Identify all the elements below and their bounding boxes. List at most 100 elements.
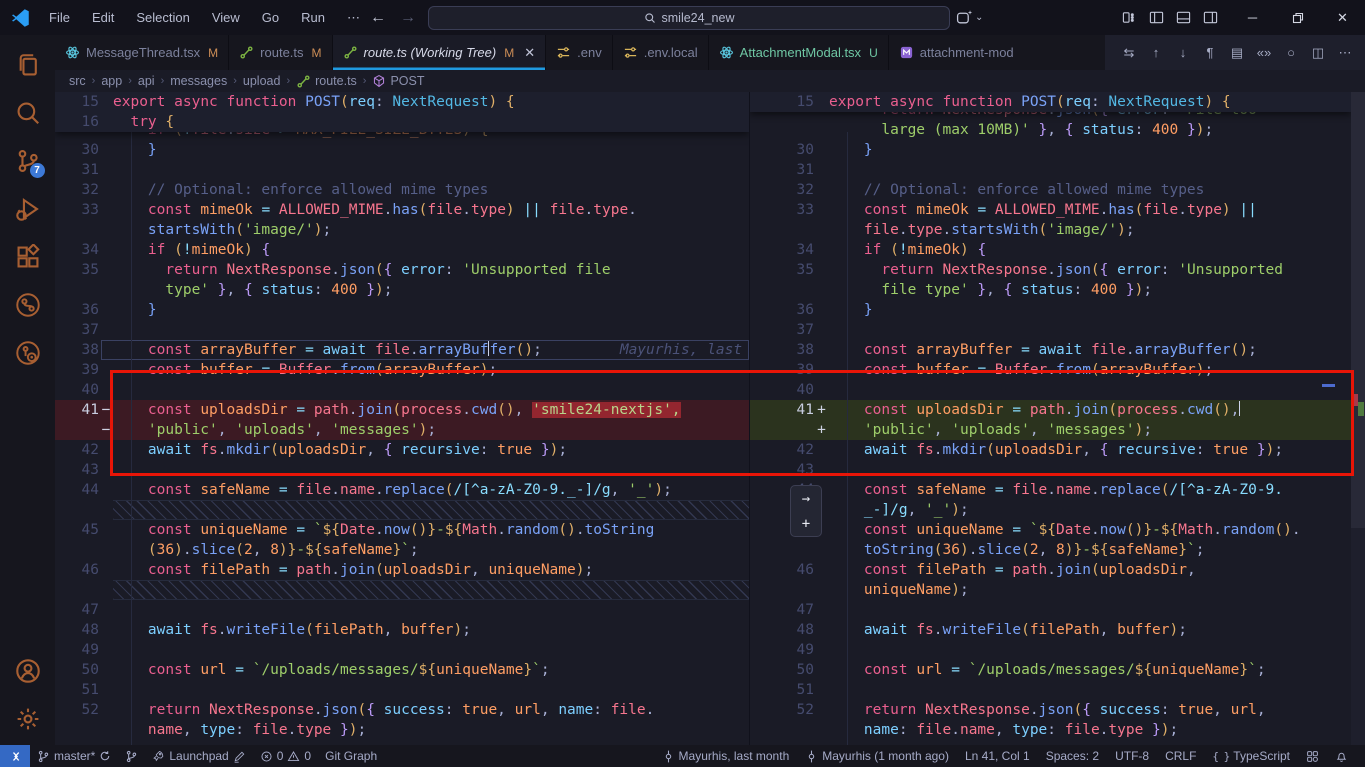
status-remote-indicator[interactable] [0,745,30,767]
code-row[interactable]: 35 return NextResponse.json({ error: 'Un… [750,260,1351,280]
breadcrumb-item-src[interactable]: src [69,74,86,88]
code-row[interactable]: 37 [750,320,1351,340]
activity-source-control[interactable]: 7 [4,137,52,185]
code-row[interactable]: 51 [55,680,749,700]
code-row[interactable]: startsWith('image/'); [55,220,749,240]
diff-change-widget[interactable]: → + [790,485,822,537]
diff-editor[interactable]: if (!file.size > MAX_FILE_SIZE_BYTES) { 3… [55,92,1365,745]
code-row[interactable]: 47 [55,600,749,620]
activity-search[interactable] [4,89,52,137]
code-row[interactable]: 33 const mimeOk = ALLOWED_MIME.has(file.… [750,200,1351,220]
close-window-button[interactable]: ✕ [1320,0,1365,35]
breadcrumb-item-api[interactable]: api [138,74,155,88]
code-row[interactable]: 42 await fs.mkdir(uploadsDir, { recursiv… [750,440,1351,460]
menu-view[interactable]: View [201,6,251,30]
breadcrumb-item-upload[interactable]: upload [243,74,281,88]
code-row[interactable]: (36).slice(2, 8)}-${safeName}`; [55,540,749,560]
code-row[interactable]: file.type.startsWith('image/'); [750,220,1351,240]
toggle-whitespace-icon[interactable]: ¶ [1200,42,1220,64]
toggle-sidebar-icon[interactable] [1149,10,1164,25]
code-row[interactable]: 36 } [55,300,749,320]
tab-.env.local[interactable]: .env.local [613,35,709,70]
tab-attachment-mod[interactable]: attachment-mod [889,35,1024,70]
menu-go[interactable]: Go [251,6,290,30]
menu-file[interactable]: File [38,6,81,30]
code-row[interactable]: 33 const mimeOk = ALLOWED_MIME.has(file.… [55,200,749,220]
activity-settings[interactable] [4,695,52,743]
nav-forward-button[interactable]: → [400,9,416,27]
breadcrumb-item-messages[interactable]: messages [170,74,227,88]
code-row[interactable]: 52 return NextResponse.json({ success: t… [750,700,1351,720]
code-row[interactable]: 15export async function POST(req: NextRe… [55,92,749,112]
code-row[interactable]: type' }, { status: 400 }); [55,280,749,300]
breadcrumb-item-app[interactable]: app [101,74,122,88]
status-notifications[interactable] [1328,745,1355,767]
code-row[interactable]: name, type: file.type }); [55,720,749,740]
restore-button[interactable] [1275,0,1320,35]
tab-route.ts[interactable]: route.tsM [229,35,332,70]
code-row[interactable]: 40 [750,380,1351,400]
code-row[interactable]: 15export async function POST(req: NextRe… [750,92,1351,112]
stage-change-button[interactable]: + [802,516,810,532]
toggle-inline-view-icon[interactable]: «» [1254,42,1274,64]
copilot-icon[interactable]: ⌄ [956,9,983,26]
status-branch-status[interactable]: master* [30,745,118,767]
toggle-panel-icon[interactable] [1176,10,1191,25]
menu-edit[interactable]: Edit [81,6,125,30]
code-row[interactable]: 44 const safeName = file.name.replace(/[… [55,480,749,500]
tab-route.ts-working-tree-[interactable]: route.ts (Working Tree)M✕ [333,35,547,70]
previous-change-icon[interactable]: ↑ [1146,42,1166,64]
code-rows[interactable]: return NextResponse.json({ error: 'File … [750,112,1351,740]
code-row[interactable]: 39 const buffer = Buffer.from(arrayBuffe… [55,360,749,380]
revert-change-button[interactable]: → [802,491,810,507]
code-rows[interactable]: if (!file.size > MAX_FILE_SIZE_BYTES) { 3… [55,132,749,740]
next-change-icon[interactable]: ↓ [1173,42,1193,64]
code-row[interactable]: 34 if (!mimeOk) { [55,240,749,260]
code-row[interactable]: 48 await fs.writeFile(filePath, buffer); [55,620,749,640]
close-icon[interactable]: ✕ [524,45,535,61]
code-row[interactable]: + 'public', 'uploads', 'messages'); [750,420,1351,440]
code-row[interactable]: 45 const uniqueName = `${Date.now()}-${M… [750,520,1351,540]
menu-run[interactable]: Run [290,6,336,30]
code-row[interactable]: 46 const filePath = path.join(uploadsDir… [55,560,749,580]
status-blame-right[interactable]: Mayurhis (1 month ago) [798,745,956,767]
synchronized-scrolling-icon[interactable]: ○ [1281,42,1301,64]
code-row[interactable]: if (!file.size > MAX_FILE_SIZE_BYTES) { [55,132,749,140]
code-row[interactable]: 47 [750,600,1351,620]
status-language-mode[interactable]: { }TypeScript [1205,745,1297,767]
code-row[interactable]: 50 const url = `/uploads/messages/${uniq… [55,660,749,680]
diff-pane-modified[interactable]: return NextResponse.json({ error: 'File … [750,92,1351,745]
breadcrumb-item-routets[interactable]: route.ts [296,74,357,89]
more-actions-icon[interactable]: ⋯ [1335,42,1355,64]
status-problems[interactable]: 00 [253,745,318,767]
code-row[interactable]: large (max 10MB)' }, { status: 400 }); [750,120,1351,140]
code-row[interactable]: 31 [55,160,749,180]
code-row[interactable]: file type' }, { status: 400 }); [750,280,1351,300]
code-row[interactable]: 50 const url = `/uploads/messages/${uniq… [750,660,1351,680]
diff-filler-row[interactable] [55,580,749,600]
code-row[interactable]: 35 return NextResponse.json({ error: 'Un… [55,260,749,280]
code-row[interactable]: 43 [55,460,749,480]
status-cursor-position[interactable]: Ln 41, Col 1 [958,745,1037,767]
command-center-search[interactable]: smile24_new [428,6,950,30]
status-git-graph[interactable]: Git Graph [318,745,384,767]
code-row[interactable]: 42 await fs.mkdir(uploadsDir, { recursiv… [55,440,749,460]
tab-messagethread.tsx[interactable]: MessageThread.tsxM [55,35,229,70]
breadcrumb[interactable]: src›app›api›messages›upload›route.ts›POS… [55,70,1365,92]
status-encoding[interactable]: UTF-8 [1108,745,1156,767]
status-feedback[interactable] [1299,745,1326,767]
customize-layout-icon[interactable] [1122,10,1137,25]
code-row[interactable]: 44 const safeName = file.name.replace(/[… [750,480,1351,500]
menu-selection[interactable]: Selection [125,6,200,30]
diff-pane-original[interactable]: if (!file.size > MAX_FILE_SIZE_BYTES) { 3… [55,92,749,745]
tab-.env[interactable]: .env [546,35,613,70]
code-row[interactable]: 32 // Optional: enforce allowed mime typ… [55,180,749,200]
toggle-map-icon[interactable]: ▤ [1227,42,1247,64]
status-blame-left[interactable]: Mayurhis, last month [655,745,797,767]
code-row[interactable]: 34 if (!mimeOk) { [750,240,1351,260]
activity-run-and-debug[interactable] [4,185,52,233]
code-row[interactable]: 39 const buffer = Buffer.from(arrayBuffe… [750,360,1351,380]
code-row[interactable]: − 'public', 'uploads', 'messages'); [55,420,749,440]
code-row[interactable]: 43 [750,460,1351,480]
activity-gitlens[interactable] [4,329,52,377]
